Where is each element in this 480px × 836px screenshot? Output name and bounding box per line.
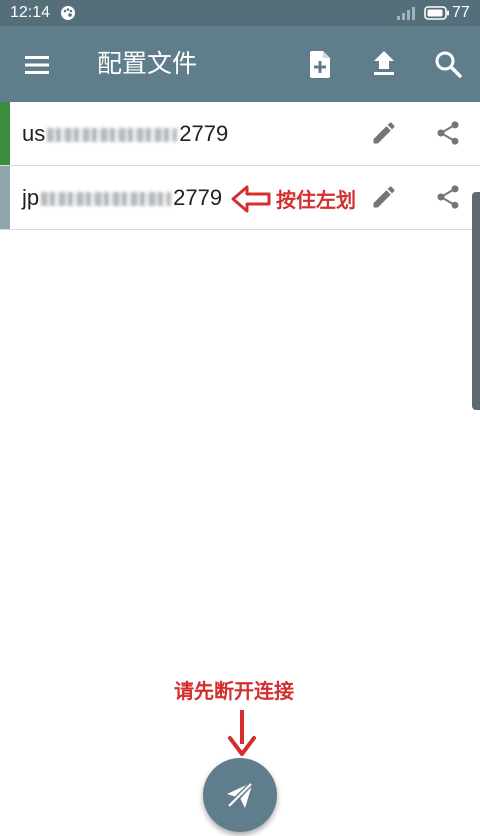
hamburger-menu-icon[interactable] <box>22 50 52 80</box>
share-icon[interactable] <box>434 119 462 147</box>
swipe-hint-text: 按住左划 <box>276 188 356 212</box>
share-icon[interactable] <box>434 183 462 211</box>
redacted-text <box>47 128 178 143</box>
profile-name: jp 2779 <box>22 184 222 212</box>
paper-plane-off-icon <box>227 781 254 808</box>
battery-percent: 77 <box>452 4 470 21</box>
down-arrow-annotation-icon <box>228 710 256 756</box>
search-icon[interactable] <box>432 48 464 80</box>
signal-icon <box>397 7 415 20</box>
redacted-text <box>41 192 172 207</box>
profile-name-prefix: us <box>22 121 46 146</box>
upload-icon[interactable] <box>368 48 400 80</box>
battery-icon <box>424 6 449 20</box>
page-title: 配置文件 <box>97 49 198 78</box>
scrollbar[interactable] <box>472 192 480 410</box>
status-time: 12:14 <box>10 4 51 21</box>
new-file-icon[interactable] <box>304 48 336 80</box>
profile-name: us 2779 <box>22 120 228 148</box>
edit-pencil-icon[interactable] <box>370 183 398 211</box>
app-bar: 配置文件 <box>0 26 480 102</box>
profile-name-suffix: 2779 <box>173 185 223 210</box>
disconnect-hint-text: 请先断开连接 <box>174 679 294 703</box>
profile-name-prefix: jp <box>22 185 40 210</box>
profile-row-us[interactable]: us 2779 <box>0 102 480 166</box>
active-indicator <box>0 102 10 165</box>
inactive-indicator <box>0 166 10 229</box>
status-bar: 12:14 77 <box>0 0 480 26</box>
notification-icon <box>61 6 75 20</box>
edit-pencil-icon[interactable] <box>370 119 398 147</box>
connect-toggle-button[interactable] <box>203 758 277 832</box>
profile-name-suffix: 2779 <box>179 121 229 146</box>
left-arrow-annotation-icon <box>231 185 271 213</box>
